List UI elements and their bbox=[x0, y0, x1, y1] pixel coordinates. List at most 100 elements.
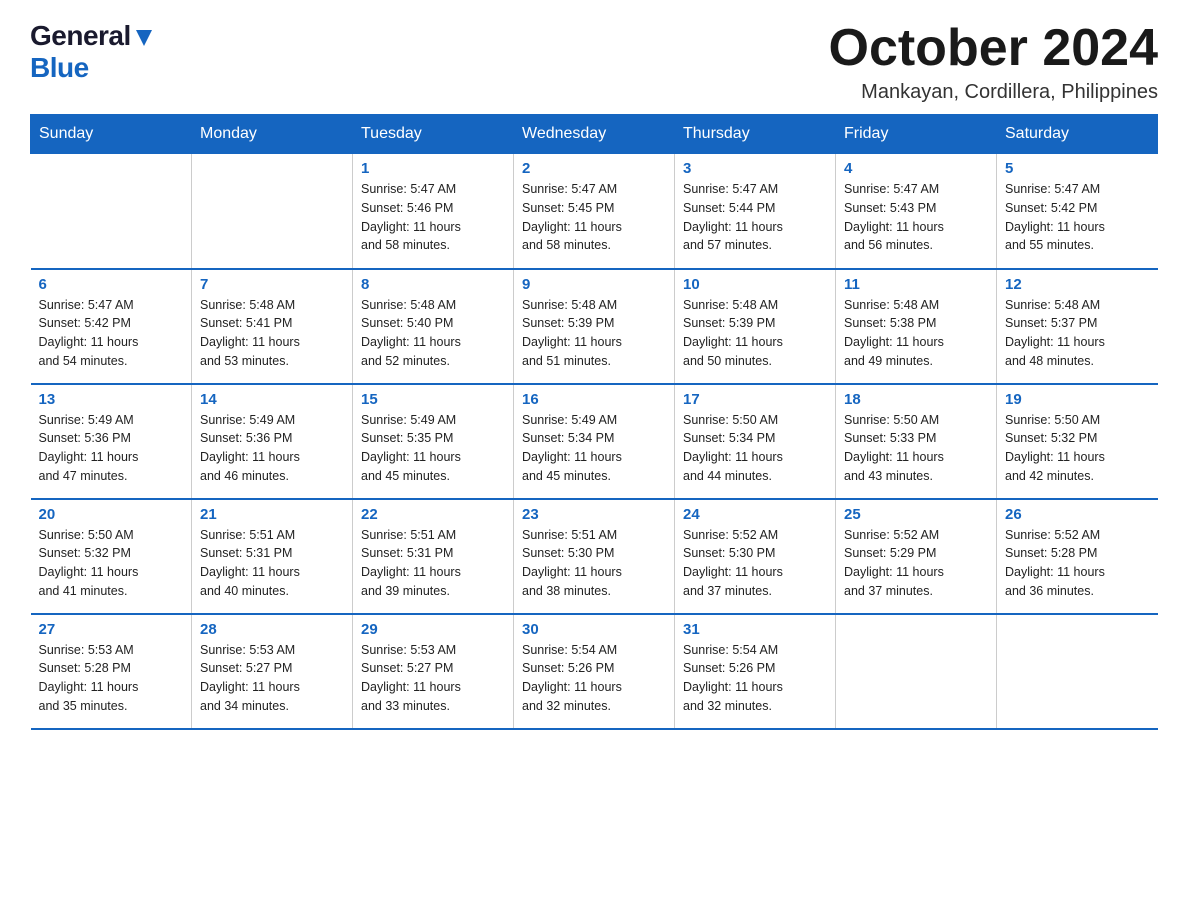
day-info: Sunrise: 5:47 AM Sunset: 5:45 PM Dayligh… bbox=[522, 180, 666, 255]
day-cell: 5 Sunrise: 5:47 AM Sunset: 5:42 PM Daylig… bbox=[997, 154, 1158, 269]
day-number: 14 bbox=[200, 391, 344, 408]
day-cell: 19Sunrise: 5:50 AM Sunset: 5:32 PM Dayli… bbox=[997, 384, 1158, 499]
day-cell: 24Sunrise: 5:52 AM Sunset: 5:30 PM Dayli… bbox=[675, 499, 836, 614]
day-number: 18 bbox=[844, 391, 988, 408]
day-number: 16 bbox=[522, 391, 666, 408]
day-info: Sunrise: 5:49 AM Sunset: 5:36 PM Dayligh… bbox=[200, 411, 344, 486]
day-cell: 7Sunrise: 5:48 AM Sunset: 5:41 PM Daylig… bbox=[192, 269, 353, 384]
day-cell bbox=[31, 154, 192, 269]
day-info: Sunrise: 5:50 AM Sunset: 5:34 PM Dayligh… bbox=[683, 411, 827, 486]
location-text: Mankayan, Cordillera, Philippines bbox=[829, 81, 1159, 104]
day-number: 7 bbox=[200, 276, 344, 293]
day-cell: 2 Sunrise: 5:47 AM Sunset: 5:45 PM Daylig… bbox=[514, 154, 675, 269]
day-number: 30 bbox=[522, 621, 666, 638]
day-number: 31 bbox=[683, 621, 827, 638]
day-cell: 30 Sunrise: 5:54 AM Sunset: 5:26 PM Dayli… bbox=[514, 614, 675, 729]
calendar-body: 1 Sunrise: 5:47 AM Sunset: 5:46 PM Daylig… bbox=[31, 154, 1158, 729]
day-info: Sunrise: 5:51 AM Sunset: 5:31 PM Dayligh… bbox=[200, 526, 344, 601]
day-cell: 8 Sunrise: 5:48 AM Sunset: 5:40 PM Daylig… bbox=[353, 269, 514, 384]
day-cell: 16 Sunrise: 5:49 AM Sunset: 5:34 PM Dayli… bbox=[514, 384, 675, 499]
day-cell: 13Sunrise: 5:49 AM Sunset: 5:36 PM Dayli… bbox=[31, 384, 192, 499]
day-number: 25 bbox=[844, 506, 988, 523]
day-info: Sunrise: 5:48 AM Sunset: 5:40 PM Dayligh… bbox=[361, 296, 505, 371]
day-cell: 15 Sunrise: 5:49 AM Sunset: 5:35 PM Dayli… bbox=[353, 384, 514, 499]
day-cell: 28 Sunrise: 5:53 AM Sunset: 5:27 PM Dayli… bbox=[192, 614, 353, 729]
day-info: Sunrise: 5:54 AM Sunset: 5:26 PM Dayligh… bbox=[683, 641, 827, 716]
day-number: 17 bbox=[683, 391, 827, 408]
header-cell-tuesday: Tuesday bbox=[353, 115, 514, 154]
day-info: Sunrise: 5:50 AM Sunset: 5:33 PM Dayligh… bbox=[844, 411, 988, 486]
day-info: Sunrise: 5:47 AM Sunset: 5:42 PM Dayligh… bbox=[39, 296, 184, 371]
day-info: Sunrise: 5:47 AM Sunset: 5:42 PM Dayligh… bbox=[1005, 180, 1150, 255]
day-cell: 3 Sunrise: 5:47 AM Sunset: 5:44 PM Daylig… bbox=[675, 154, 836, 269]
day-cell: 25 Sunrise: 5:52 AM Sunset: 5:29 PM Dayli… bbox=[836, 499, 997, 614]
title-block: October 2024 Mankayan, Cordillera, Phili… bbox=[829, 20, 1159, 104]
day-number: 24 bbox=[683, 506, 827, 523]
week-row-3: 13 Sunrise: 5:49 AM Sunset: 5:36 PM Dayli… bbox=[31, 384, 1158, 499]
month-title: October 2024 bbox=[829, 20, 1159, 77]
calendar-header: SundayMondayTuesdayWednesdayThursdayFrid… bbox=[31, 115, 1158, 154]
day-info: Sunrise: 5:54 AM Sunset: 5:26 PM Dayligh… bbox=[522, 641, 666, 716]
day-cell: 10 Sunrise: 5:48 AM Sunset: 5:39 PM Dayli… bbox=[675, 269, 836, 384]
header-cell-friday: Friday bbox=[836, 115, 997, 154]
day-info: Sunrise: 5:52 AM Sunset: 5:29 PM Dayligh… bbox=[844, 526, 988, 601]
day-number: 28 bbox=[200, 621, 344, 638]
day-info: Sunrise: 5:49 AM Sunset: 5:35 PM Dayligh… bbox=[361, 411, 505, 486]
day-cell bbox=[192, 154, 353, 269]
day-info: Sunrise: 5:53 AM Sunset: 5:27 PM Dayligh… bbox=[361, 641, 505, 716]
day-number: 15 bbox=[361, 391, 505, 408]
day-info: Sunrise: 5:48 AM Sunset: 5:39 PM Dayligh… bbox=[683, 296, 827, 371]
day-number: 5 bbox=[1005, 160, 1150, 177]
day-number: 26 bbox=[1005, 506, 1150, 523]
day-number: 1 bbox=[361, 160, 505, 177]
day-number: 11 bbox=[844, 276, 988, 293]
day-cell: 31 Sunrise: 5:54 AM Sunset: 5:26 PM Dayli… bbox=[675, 614, 836, 729]
day-cell: 27Sunrise: 5:53 AM Sunset: 5:28 PM Dayli… bbox=[31, 614, 192, 729]
day-number: 21 bbox=[200, 506, 344, 523]
header-cell-thursday: Thursday bbox=[675, 115, 836, 154]
day-info: Sunrise: 5:52 AM Sunset: 5:28 PM Dayligh… bbox=[1005, 526, 1150, 601]
day-cell: 9 Sunrise: 5:48 AM Sunset: 5:39 PM Daylig… bbox=[514, 269, 675, 384]
day-info: Sunrise: 5:47 AM Sunset: 5:43 PM Dayligh… bbox=[844, 180, 988, 255]
day-info: Sunrise: 5:48 AM Sunset: 5:39 PM Dayligh… bbox=[522, 296, 666, 371]
day-cell: 17 Sunrise: 5:50 AM Sunset: 5:34 PM Dayli… bbox=[675, 384, 836, 499]
day-info: Sunrise: 5:53 AM Sunset: 5:27 PM Dayligh… bbox=[200, 641, 344, 716]
day-info: Sunrise: 5:48 AM Sunset: 5:38 PM Dayligh… bbox=[844, 296, 988, 371]
day-number: 10 bbox=[683, 276, 827, 293]
header-cell-monday: Monday bbox=[192, 115, 353, 154]
day-info: Sunrise: 5:50 AM Sunset: 5:32 PM Dayligh… bbox=[39, 526, 184, 601]
day-number: 4 bbox=[844, 160, 988, 177]
day-number: 8 bbox=[361, 276, 505, 293]
day-cell: 11 Sunrise: 5:48 AM Sunset: 5:38 PM Dayli… bbox=[836, 269, 997, 384]
header-row: SundayMondayTuesdayWednesdayThursdayFrid… bbox=[31, 115, 1158, 154]
day-number: 9 bbox=[522, 276, 666, 293]
day-number: 23 bbox=[522, 506, 666, 523]
day-number: 12 bbox=[1005, 276, 1150, 293]
day-info: Sunrise: 5:47 AM Sunset: 5:46 PM Dayligh… bbox=[361, 180, 505, 255]
day-number: 3 bbox=[683, 160, 827, 177]
day-cell: 1 Sunrise: 5:47 AM Sunset: 5:46 PM Daylig… bbox=[353, 154, 514, 269]
day-info: Sunrise: 5:48 AM Sunset: 5:37 PM Dayligh… bbox=[1005, 296, 1150, 371]
page-header: General Blue October 2024 Mankayan, Cord… bbox=[30, 20, 1158, 104]
header-cell-wednesday: Wednesday bbox=[514, 115, 675, 154]
header-cell-sunday: Sunday bbox=[31, 115, 192, 154]
header-cell-saturday: Saturday bbox=[997, 115, 1158, 154]
day-number: 2 bbox=[522, 160, 666, 177]
day-info: Sunrise: 5:49 AM Sunset: 5:34 PM Dayligh… bbox=[522, 411, 666, 486]
day-cell: 14 Sunrise: 5:49 AM Sunset: 5:36 PM Dayli… bbox=[192, 384, 353, 499]
day-number: 29 bbox=[361, 621, 505, 638]
week-row-1: 1 Sunrise: 5:47 AM Sunset: 5:46 PM Daylig… bbox=[31, 154, 1158, 269]
day-cell: 18 Sunrise: 5:50 AM Sunset: 5:33 PM Dayli… bbox=[836, 384, 997, 499]
day-number: 13 bbox=[39, 391, 184, 408]
day-cell: 4 Sunrise: 5:47 AM Sunset: 5:43 PM Daylig… bbox=[836, 154, 997, 269]
week-row-2: 6Sunrise: 5:47 AM Sunset: 5:42 PM Daylig… bbox=[31, 269, 1158, 384]
day-info: Sunrise: 5:50 AM Sunset: 5:32 PM Dayligh… bbox=[1005, 411, 1150, 486]
day-cell: 6Sunrise: 5:47 AM Sunset: 5:42 PM Daylig… bbox=[31, 269, 192, 384]
week-row-4: 20Sunrise: 5:50 AM Sunset: 5:32 PM Dayli… bbox=[31, 499, 1158, 614]
calendar-table: SundayMondayTuesdayWednesdayThursdayFrid… bbox=[30, 114, 1158, 730]
day-number: 22 bbox=[361, 506, 505, 523]
day-info: Sunrise: 5:51 AM Sunset: 5:31 PM Dayligh… bbox=[361, 526, 505, 601]
week-row-5: 27Sunrise: 5:53 AM Sunset: 5:28 PM Dayli… bbox=[31, 614, 1158, 729]
day-info: Sunrise: 5:47 AM Sunset: 5:44 PM Dayligh… bbox=[683, 180, 827, 255]
day-cell: 21 Sunrise: 5:51 AM Sunset: 5:31 PM Dayli… bbox=[192, 499, 353, 614]
